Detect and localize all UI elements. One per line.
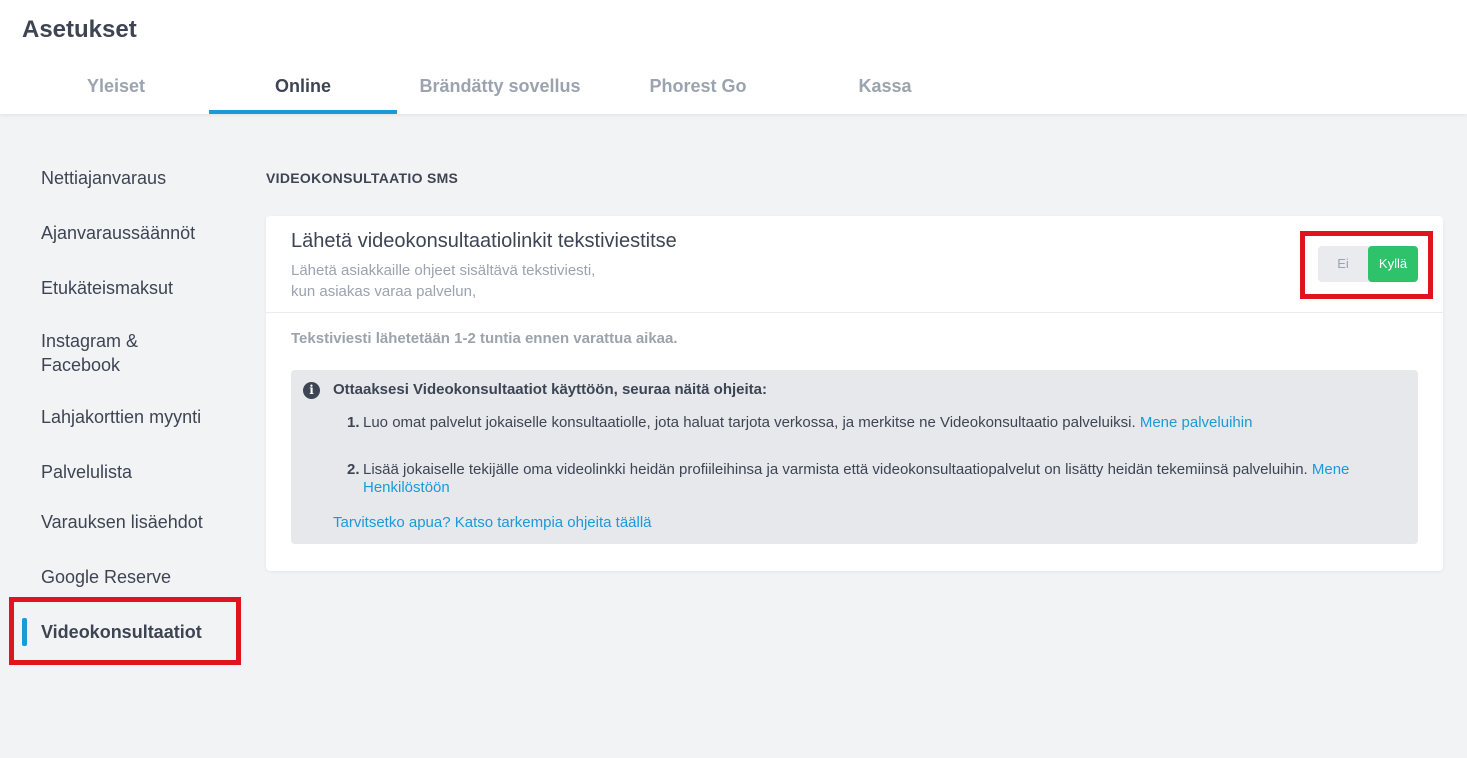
tab-brandatty-sovellus[interactable]: Brändätty sovellus: [406, 74, 594, 114]
sidebar-item-etukateismaksut[interactable]: Etukäteismaksut: [41, 276, 241, 300]
card-subtitle-line-1: Lähetä asiakkaille ohjeet sisältävä teks…: [291, 262, 596, 279]
header: Asetukset Yleiset Online Brändätty sovel…: [0, 0, 1467, 114]
tab-online[interactable]: Online: [209, 74, 397, 114]
sidebar-item-instagram-facebook[interactable]: Instagram & Facebook: [41, 329, 191, 377]
highlight-box-toggle: [1300, 231, 1433, 299]
instructions-title: Ottaaksesi Videokonsultaatiot käyttöön, …: [333, 381, 768, 398]
card-title: Lähetä videokonsultaatiolinkit tekstivie…: [291, 230, 677, 252]
page-title: Asetukset: [22, 16, 137, 43]
step-text-wrap: Lisää jokaiselle tekijälle oma videolink…: [363, 461, 1397, 497]
sidebar-item-varauksen-lisaehdot[interactable]: Varauksen lisäehdot: [41, 510, 241, 534]
tab-kassa[interactable]: Kassa: [791, 74, 979, 114]
sidebar-item-ajanvaraussaannot[interactable]: Ajanvaraussäännöt: [41, 221, 241, 245]
services-link[interactable]: Mene palveluihin: [1140, 414, 1253, 431]
card-subtitle-line-2: kun asiakas varaa palvelun,: [291, 283, 477, 300]
tab-yleiset[interactable]: Yleiset: [22, 74, 210, 114]
info-icon: i: [303, 382, 320, 399]
sms-timing-note: Tekstiviesti lähetetään 1-2 tuntia ennen…: [291, 330, 678, 347]
step-number: 1.: [347, 414, 360, 431]
instruction-step: 2. Lisää jokaiselle tekijälle oma videol…: [347, 461, 1397, 497]
sidebar-item-lahjakorttien-myynti[interactable]: Lahjakorttien myynti: [41, 405, 241, 429]
step-text: Luo omat palvelut jokaiselle konsultaati…: [363, 414, 1136, 431]
help-link[interactable]: Tarvitsetko apua? Katso tarkempia ohjeit…: [333, 514, 652, 531]
sidebar-item-palvelulista[interactable]: Palvelulista: [41, 460, 241, 484]
settings-card: Lähetä videokonsultaatiolinkit tekstivie…: [266, 216, 1443, 571]
highlight-box-sidebar: [9, 597, 241, 665]
tab-phorest-go[interactable]: Phorest Go: [604, 74, 792, 114]
card-subtitle: Lähetä asiakkaille ohjeet sisältävä teks…: [291, 260, 891, 302]
step-text-wrap: Luo omat palvelut jokaiselle konsultaati…: [363, 414, 1397, 432]
sidebar-item-nettiajanvaraus[interactable]: Nettiajanvaraus: [41, 166, 241, 190]
sidebar-item-google-reserve[interactable]: Google Reserve: [41, 565, 241, 589]
step-number: 2.: [347, 461, 360, 478]
instructions-box: i Ottaaksesi Videokonsultaatiot käyttöön…: [291, 370, 1418, 544]
step-text: Lisää jokaiselle tekijälle oma videolink…: [363, 461, 1308, 478]
card-header: Lähetä videokonsultaatiolinkit tekstivie…: [266, 216, 1443, 313]
instruction-step: 1. Luo omat palvelut jokaiselle konsulta…: [347, 414, 1397, 432]
section-title: VIDEOKONSULTAATIO SMS: [266, 170, 459, 186]
